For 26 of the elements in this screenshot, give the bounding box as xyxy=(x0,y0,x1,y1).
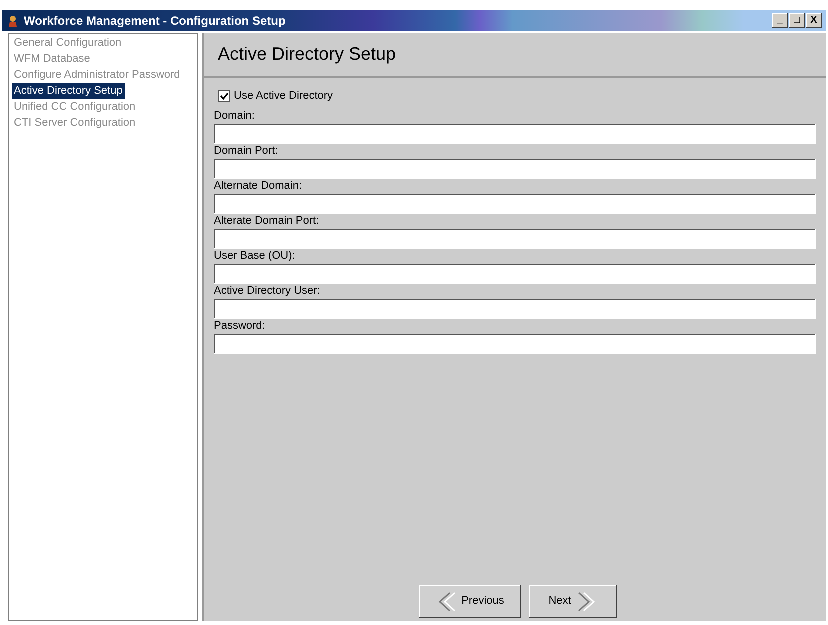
close-button[interactable]: X xyxy=(806,13,822,28)
minimize-button[interactable]: _ xyxy=(772,13,788,28)
field-label: Password: xyxy=(214,318,266,334)
field-label: Domain: xyxy=(214,108,256,124)
check-icon xyxy=(220,92,228,101)
field-label: Alternate Domain: xyxy=(214,178,304,194)
input-field[interactable] xyxy=(214,334,816,354)
maximize-button[interactable]: □ xyxy=(789,13,805,28)
page-title: Active Directory Setup xyxy=(218,43,396,66)
input-field[interactable] xyxy=(214,298,816,318)
input-field[interactable] xyxy=(214,228,816,248)
window-title: Workforce Management - Configuration Setup xyxy=(24,12,286,30)
checkbox-label: Use Active Directory xyxy=(234,89,334,104)
previous-button[interactable]: Previous xyxy=(419,585,521,618)
input-field[interactable] xyxy=(214,158,816,178)
input-field[interactable] xyxy=(214,194,816,214)
input-field[interactable] xyxy=(214,264,816,284)
field-label: Alterate Domain Port: xyxy=(214,214,320,228)
next-button[interactable]: Next xyxy=(529,585,617,618)
sidebar-item[interactable]: Active Directory Setup xyxy=(12,83,125,99)
app-icon xyxy=(6,14,20,28)
field-label: Active Directory User: xyxy=(214,284,322,298)
field-label: User Base (OU): xyxy=(214,248,296,264)
checkbox[interactable] xyxy=(218,90,230,102)
input-field[interactable] xyxy=(214,124,816,144)
field-label: Domain Port: xyxy=(214,144,280,158)
